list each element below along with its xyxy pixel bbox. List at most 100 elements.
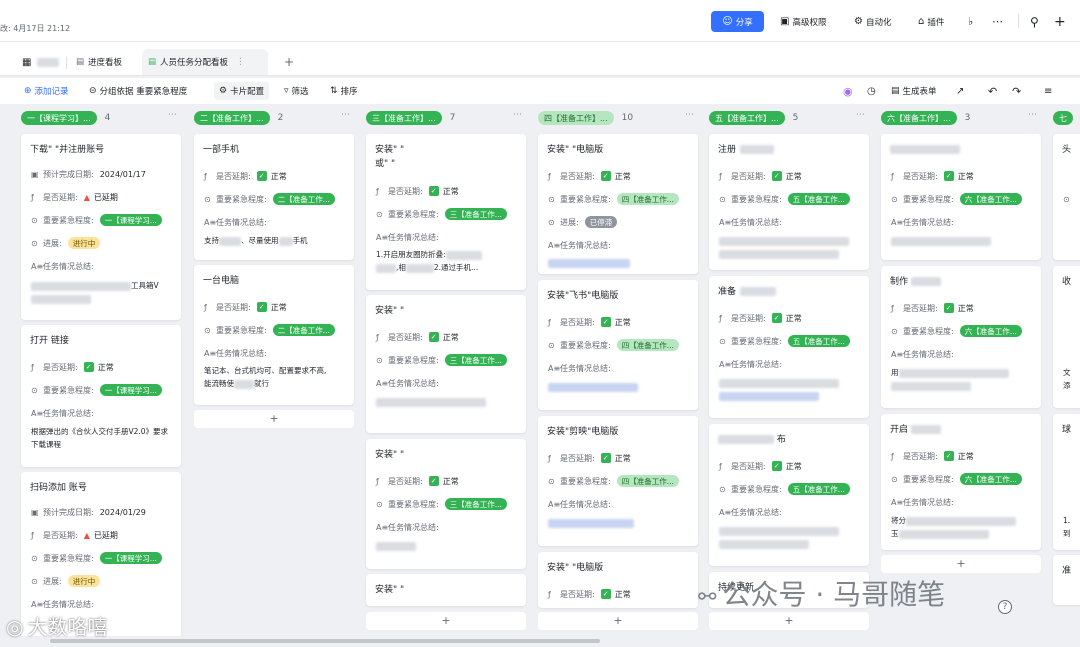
table-icon[interactable]: ▦ [16, 49, 65, 75]
summary-field: A≡ 任务情况总结: [376, 378, 439, 388]
filter-button[interactable]: ▿ 筛选 [284, 83, 309, 99]
checkbox-icon: ✓ [600, 453, 611, 463]
summary-field: A≡ 任务情况总结: [376, 522, 439, 532]
column-tag[interactable]: 三【准备工作】... [366, 111, 442, 125]
task-card[interactable]: 下载" "并注册账号 ▣ 预计完成日期: 2024/01/17 ƒ 是否延期: ▲ 已延期… [21, 134, 181, 320]
priority-field: ⊙ 重要紧急程度: 一【课程学习... [31, 383, 162, 397]
task-card[interactable]: 注册 ƒ 是否延期: ✓ 正常 ⊙ 重要紧急程度: 五【准备工作... A≡ 任务情况总结: [709, 134, 869, 270]
add-card-button[interactable]: + [366, 612, 526, 630]
text-icon: A≡ [31, 408, 44, 418]
add-card-button[interactable]: + [194, 410, 354, 428]
summary-text: 工具箱V [31, 279, 171, 305]
task-card[interactable]: ƒ 是否延期: ✓ 正常 ⊙ 重要紧急程度: 六【准备工作... A≡ 任务情况总结: [881, 134, 1041, 260]
task-card[interactable]: 收 文添 [1053, 266, 1080, 408]
history-icon[interactable]: ◷ [867, 83, 876, 99]
column-count: 5 [792, 113, 799, 123]
task-card[interactable]: 准 [1053, 555, 1080, 605]
generate-form-button[interactable]: ▤ 生成表单 [891, 83, 937, 99]
column-tag[interactable]: 四【准备工作】... [538, 111, 614, 125]
select-icon: ⊙ [204, 194, 211, 204]
add-card-button[interactable]: + [538, 612, 698, 630]
task-card[interactable]: 布 ƒ 是否延期: ✓ 正常 ⊙ 重要紧急程度: 五【准备工作... A≡ 任务情况总结: [709, 424, 869, 566]
task-card[interactable]: 准备 ƒ 是否延期: ✓ 正常 ⊙ 重要紧急程度: 五【准备工作... A≡ 任务情况总结: [709, 276, 869, 418]
column-tag[interactable]: 七 [1053, 111, 1073, 125]
column-count: 2 [277, 113, 284, 123]
card-config-button[interactable]: ⚙ 卡片配置 [214, 82, 270, 100]
task-card[interactable]: 安装"飞书"电脑版 ƒ 是否延期: ✓ 正常 ⊙ 重要紧急程度: 四【准备工作... A≡… [538, 280, 698, 410]
summary-field: A≡ 任务情况总结: [548, 240, 611, 250]
undo-icon[interactable]: ↶ [988, 83, 997, 99]
plugins-button[interactable]: ⌂ 插件 [918, 11, 944, 32]
divider [66, 57, 67, 69]
settings-icon[interactable]: ≡ [1044, 83, 1052, 99]
color-icon[interactable]: ◉ [843, 83, 853, 99]
group-by-button[interactable]: ⊝ 分组依据 重要紧急程度 [89, 83, 187, 99]
task-card[interactable]: 安装" " ƒ 是否延期: ✓ 正常 ⊙ 重要紧急程度: 三【准备工作... A≡ 任务情况… [366, 439, 526, 569]
card-title: 准备 [718, 285, 860, 299]
select-icon: ⊙ [548, 217, 555, 227]
priority-tag: 三【准备工作... [444, 498, 507, 510]
task-card[interactable]: 制作 ƒ 是否延期: ✓ 正常 ⊙ 重要紧急程度: 六【准备工作... A≡ 任务情况总结:… [881, 266, 1041, 408]
checkbox-icon: ✓ [943, 451, 954, 461]
tab-progress-board[interactable]: ▤ 进度看板 [70, 49, 128, 75]
share-button[interactable]: ☺ 分享 [711, 11, 764, 32]
add-record-button[interactable]: ⊕ 添加记录 [24, 83, 69, 99]
more-icon[interactable]: ⋯ [513, 110, 522, 120]
delay-field: ƒ 是否延期: ✓ 正常 [719, 461, 802, 471]
bell-icon[interactable]: ♭ [968, 11, 973, 32]
column-tag[interactable]: 五【准备工作】... [709, 111, 785, 125]
more-icon[interactable]: ⋯ [992, 11, 1003, 32]
more-icon[interactable]: ⋯ [856, 110, 865, 120]
help-icon[interactable]: ? [998, 600, 1012, 614]
more-icon[interactable]: ⋯ [341, 110, 350, 120]
tab-more-icon[interactable]: ⋮ [236, 57, 245, 67]
task-card[interactable]: 球 1. 到 [1053, 414, 1080, 550]
tab-task-assignment-board[interactable]: ▤ 人员任务分配看板 ⋮ [142, 49, 268, 75]
more-icon[interactable]: ⋯ [685, 110, 694, 120]
column-tag[interactable]: 二【准备工作】... [194, 111, 270, 125]
delay-field: ƒ 是否延期: ▲ 已延期 [31, 192, 118, 202]
summary-text: 1. 到 [1063, 516, 1071, 538]
task-card[interactable]: 安装" " ƒ 是否延期: ✓ 正常 ⊙ 重要紧急程度: 三【准备工作... A≡ 任务情况… [366, 295, 526, 433]
watermark-wechat: ⚯ 公众号 · 马哥随笔 [698, 578, 946, 611]
checkbox-icon: ✓ [771, 171, 782, 181]
horizontal-scrollbar[interactable] [0, 636, 1080, 647]
scrollbar-thumb[interactable] [50, 639, 600, 643]
card-title: 球 [1062, 425, 1072, 435]
last-edited-time: 改: 4月17日 21:12 [0, 24, 71, 33]
more-icon[interactable]: ⋯ [1028, 110, 1037, 120]
task-card[interactable]: 安装" " 或" " ƒ 是否延期: ✓ 正常 ⊙ 重要紧急程度: 三【准备工作... A≡… [366, 134, 526, 290]
task-card[interactable]: 开启 ƒ 是否延期: ✓ 正常 ⊙ 重要紧急程度: 六【准备工作... A≡ 任务情况总结:… [881, 414, 1041, 550]
task-card[interactable]: 一台电脑 ƒ 是否延期: ✓ 正常 ⊙ 重要紧急程度: 二【准备工作... A≡ 任务情况总… [194, 265, 354, 405]
column-tag[interactable]: 六【准备工作】... [881, 111, 957, 125]
add-icon[interactable]: + [1054, 11, 1066, 32]
task-card[interactable]: 安装"剪映"电脑版 ƒ 是否延期: ✓ 正常 ⊙ 重要紧急程度: 四【准备工作... A≡… [538, 416, 698, 546]
summary-text [376, 395, 516, 408]
task-card[interactable]: 一部手机 ƒ 是否延期: ✓ 正常 ⊙ 重要紧急程度: 二【准备工作... A≡ 任务情况总… [194, 134, 354, 260]
summary-field: A≡ 任务情况总结: [31, 408, 94, 418]
search-icon[interactable]: ⚲ [1030, 11, 1039, 32]
task-card[interactable]: 打开 链接 ƒ 是否延期: ✓ 正常 ⊙ 重要紧急程度: 一【课程学习... A≡ 任务情况… [21, 325, 181, 467]
task-card[interactable]: 安装" "电脑版 ƒ 是否延期: ✓ 正常 [538, 552, 698, 608]
add-view-button[interactable]: + [278, 49, 300, 75]
wechat-icon: ⚯ [698, 585, 717, 610]
task-card[interactable]: 头 ⊙ [1053, 134, 1080, 260]
sort-button[interactable]: ⇅ 排序 [330, 83, 358, 99]
priority-tag: 一【课程学习... [99, 384, 162, 396]
task-card[interactable]: 安装" " [366, 574, 526, 606]
share-view-icon[interactable]: ↗ [956, 83, 964, 99]
advanced-permissions-button[interactable]: ▣ 高级权限 [780, 11, 826, 32]
task-card[interactable]: 安装" "电脑版 ƒ 是否延期: ✓ 正常 ⊙ 重要紧急程度: 四【准备工作... ⊙ 进展… [538, 134, 698, 274]
redo-icon[interactable]: ↷ [1012, 83, 1021, 99]
priority-field: ⊙ [1063, 192, 1075, 206]
automation-button[interactable]: ⚙ 自动化 [854, 11, 891, 32]
kanban-board: 一【课程学习】... 4 ⋯ 下载" "并注册账号 ▣ 预计完成日期: 2024/0… [0, 104, 1080, 640]
kanban-column: 六【准备工作】... 3 ⋯ ƒ 是否延期: ✓ 正常 ⊙ 重要紧急程度: 六【准备工作.… [881, 104, 1041, 640]
add-card-button[interactable]: + [881, 555, 1041, 573]
more-icon[interactable]: ⋯ [168, 110, 177, 120]
delay-field: ƒ 是否延期: ✓ 正常 [891, 303, 974, 313]
view-tab-bar: ▦ ▤ 进度看板 ▤ 人员任务分配看板 ⋮ + [0, 42, 1080, 76]
column-tag[interactable]: 一【课程学习】... [21, 111, 97, 125]
formula-icon: ƒ [719, 171, 722, 181]
add-card-button[interactable]: + [709, 612, 869, 630]
